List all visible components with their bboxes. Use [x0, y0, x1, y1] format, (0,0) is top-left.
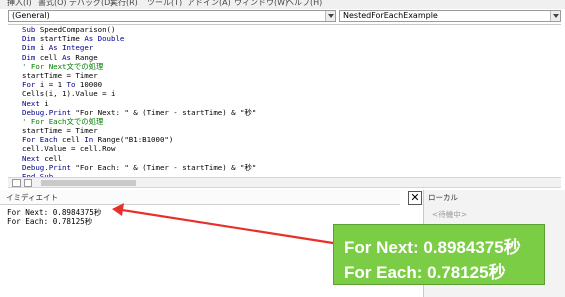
arrow-head: [112, 203, 124, 216]
arrow-line: [120, 208, 335, 245]
result-callout: For Next: 0.8984375秒 For Each: 0.78125秒: [333, 224, 545, 285]
callout-line-for-next: For Next: 0.8984375秒: [344, 238, 521, 257]
callout-line-for-each: For Each: 0.78125秒: [344, 263, 506, 282]
